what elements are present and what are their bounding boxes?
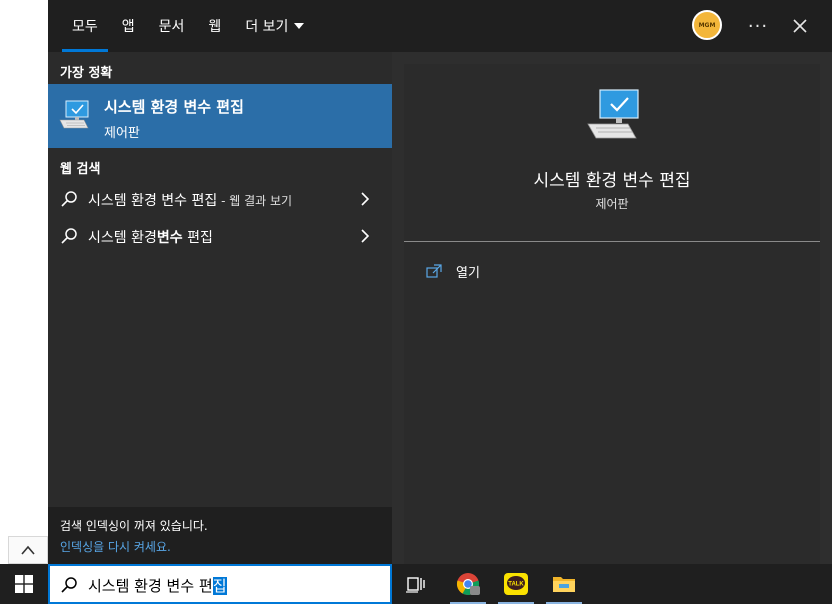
avatar[interactable]: MGM — [692, 10, 722, 40]
search-icon — [61, 191, 77, 207]
tab-apps[interactable]: 앱 — [110, 0, 147, 52]
best-match-heading: 가장 정확 — [60, 66, 113, 81]
more-options-button[interactable]: ··· — [746, 14, 770, 38]
close-icon — [793, 19, 807, 33]
enable-indexing-link[interactable]: 인덱싱을 다시 켜세요. — [60, 538, 171, 555]
search-input[interactable]: 시스템 환경 변수 편집 — [48, 564, 392, 604]
open-icon — [426, 264, 442, 278]
indexing-message: 검색 인덱싱이 꺼져 있습니다. — [60, 519, 208, 533]
taskbar: 시스템 환경 변수 편집 TALK — [0, 564, 832, 604]
filter-tabs: 모두 앱 문서 웹 더 보기 — [60, 0, 316, 52]
chevron-right-icon — [361, 192, 370, 206]
tab-more[interactable]: 더 보기 — [233, 0, 316, 52]
search-icon — [61, 228, 77, 244]
start-button[interactable] — [0, 564, 48, 604]
open-button[interactable]: 열기 — [426, 260, 480, 282]
web-result-row[interactable]: 시스템 환경 변수 편집 - 웹 결과 보기 — [48, 181, 392, 217]
chevron-up-icon — [21, 545, 35, 555]
chrome-taskbar-button[interactable] — [444, 564, 492, 604]
file-explorer-taskbar-button[interactable] — [540, 564, 588, 604]
preview-subtitle: 제어판 — [595, 197, 629, 211]
web-result-text: 시스템 환경 변수 편집 - 웹 결과 보기 — [88, 193, 293, 209]
system-monitor-icon — [587, 89, 639, 139]
kakaotalk-taskbar-button[interactable]: TALK — [492, 564, 540, 604]
open-label: 열기 — [456, 265, 480, 281]
web-result-text: 시스템 환경변수 편집 — [88, 230, 213, 246]
windows-icon — [15, 575, 33, 593]
preview-header: 시스템 환경 변수 편집 제어판 — [404, 64, 820, 241]
web-search-heading: 웹 검색 — [60, 162, 101, 177]
system-monitor-icon — [59, 100, 89, 129]
tab-all[interactable]: 모두 — [60, 0, 110, 52]
kakaotalk-label: TALK — [508, 582, 524, 588]
best-match-result[interactable]: 시스템 환경 변수 편집 제어판 — [48, 84, 392, 148]
kakaotalk-icon: TALK — [504, 573, 528, 595]
web-result-row[interactable]: 시스템 환경변수 편집 — [48, 218, 392, 254]
close-button[interactable] — [788, 14, 812, 38]
search-query: 시스템 환경 변수 편집 — [88, 577, 227, 595]
task-view-button[interactable] — [392, 564, 440, 604]
preview-pane: 시스템 환경 변수 편집 제어판 열기 — [404, 64, 820, 564]
task-view-icon — [406, 577, 425, 593]
divider — [404, 241, 820, 242]
best-match-subtitle: 제어판 — [104, 126, 140, 141]
show-hidden-icons-button[interactable] — [8, 536, 48, 564]
folder-icon — [553, 577, 575, 592]
chevron-right-icon — [361, 229, 370, 243]
results-list: 가장 정확 시스템 환경 변수 편집 제어판 웹 검색 시스템 환경 변수 편집… — [48, 52, 392, 507]
tab-documents[interactable]: 문서 — [147, 0, 197, 52]
search-icon — [61, 577, 77, 593]
best-match-title: 시스템 환경 변수 편집 — [104, 98, 244, 116]
caret-down-icon — [294, 23, 305, 29]
preview-title: 시스템 환경 변수 편집 — [533, 171, 691, 191]
indexing-notice: 검색 인덱싱이 꺼져 있습니다. 인덱싱을 다시 켜세요. — [48, 507, 392, 564]
search-panel: 모두 앱 문서 웹 더 보기 MGM ··· 가장 정확 시스템 환경 변수 편… — [48, 0, 832, 564]
desktop-background — [0, 0, 48, 564]
tab-web[interactable]: 웹 — [196, 0, 233, 52]
search-filter-bar: 모두 앱 문서 웹 더 보기 MGM ··· — [48, 0, 832, 52]
chrome-icon — [456, 573, 480, 596]
